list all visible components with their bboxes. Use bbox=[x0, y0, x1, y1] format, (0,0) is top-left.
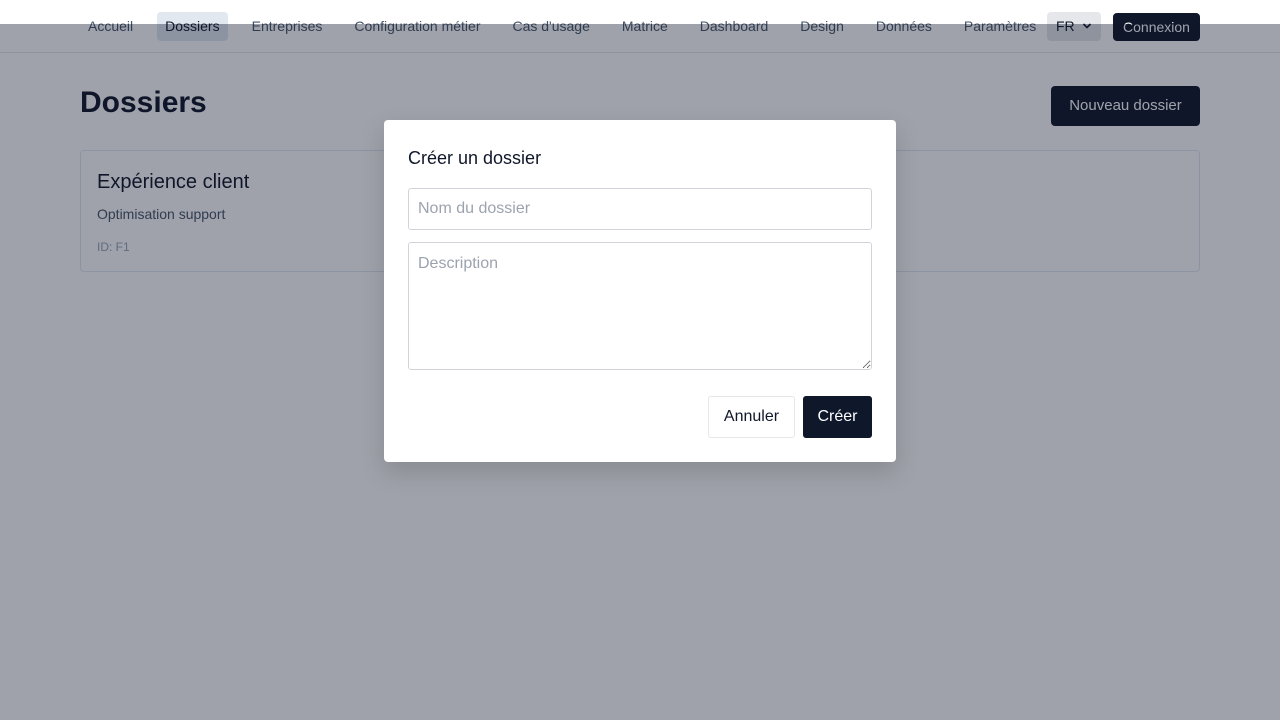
create-button[interactable]: Créer bbox=[803, 396, 872, 438]
create-folder-dialog: Créer un dossier Annuler Créer bbox=[384, 120, 896, 462]
folder-name-input[interactable] bbox=[408, 188, 872, 230]
cancel-button[interactable]: Annuler bbox=[708, 396, 795, 438]
folder-description-input[interactable] bbox=[408, 242, 872, 370]
dialog-title: Créer un dossier bbox=[408, 148, 542, 168]
